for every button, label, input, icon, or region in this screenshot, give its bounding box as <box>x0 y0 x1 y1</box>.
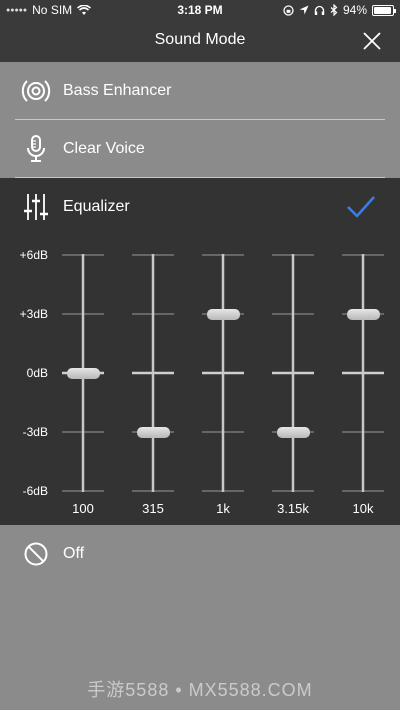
close-icon[interactable] <box>362 31 382 51</box>
db-tick-label: -6dB <box>22 484 48 498</box>
eq-frequency-label: 10k <box>352 501 374 516</box>
db-tick-label: 0dB <box>26 366 48 380</box>
mode-label: Bass Enhancer <box>63 82 172 99</box>
status-bar: ●●●●● No SIM 3:18 PM 94% <box>0 0 400 20</box>
eq-slider-knob-10k[interactable] <box>347 309 380 320</box>
battery-icon <box>372 4 396 16</box>
headphones-icon <box>314 5 325 15</box>
db-tick-label: +6dB <box>19 248 48 262</box>
eq-slider-knob-3.15k[interactable] <box>277 427 310 438</box>
bluetooth-icon <box>330 4 338 16</box>
speaker-icon <box>21 80 51 102</box>
checkmark-icon <box>347 196 375 218</box>
eq-frequency-label: 100 <box>72 501 94 516</box>
status-right: 94% <box>283 3 396 17</box>
equalizer-tracks <box>62 254 384 492</box>
eq-frequency-label: 315 <box>142 501 164 516</box>
page-title: Sound Mode <box>154 31 246 48</box>
battery-percent: 94% <box>342 3 367 17</box>
sliders-icon <box>24 194 48 220</box>
mode-equalizer[interactable]: Equalizer <box>0 178 400 236</box>
eq-frequency-label: 1k <box>216 501 230 516</box>
mode-off[interactable]: Off <box>0 525 400 583</box>
mode-clear-voice[interactable]: Clear Voice <box>0 120 400 178</box>
eq-slider-knob-100[interactable] <box>67 368 100 379</box>
mode-bass-enhancer[interactable]: Bass Enhancer <box>0 62 400 120</box>
mode-label: Clear Voice <box>63 140 145 157</box>
off-icon <box>24 542 48 566</box>
nav-bar: Sound Mode <box>0 20 400 62</box>
microphone-icon <box>27 135 45 162</box>
rotation-lock-icon <box>283 4 294 16</box>
db-tick-label: +3dB <box>19 307 48 321</box>
watermark: 手游5588 • MX5588.COM <box>87 680 313 700</box>
location-icon <box>299 5 309 15</box>
db-tick-label: -3dB <box>22 425 48 439</box>
eq-slider-knob-315[interactable] <box>137 427 170 438</box>
battery-fill <box>374 6 391 14</box>
mode-label: Off <box>63 545 85 562</box>
mode-label: Equalizer <box>63 198 130 215</box>
eq-slider-knob-1k[interactable] <box>207 309 240 320</box>
equalizer-panel: +6dB +3dB 0dB -3dB -6dB 100 315 1k 3.15k 10k <box>0 236 400 525</box>
eq-frequency-label: 3.15k <box>277 501 309 516</box>
